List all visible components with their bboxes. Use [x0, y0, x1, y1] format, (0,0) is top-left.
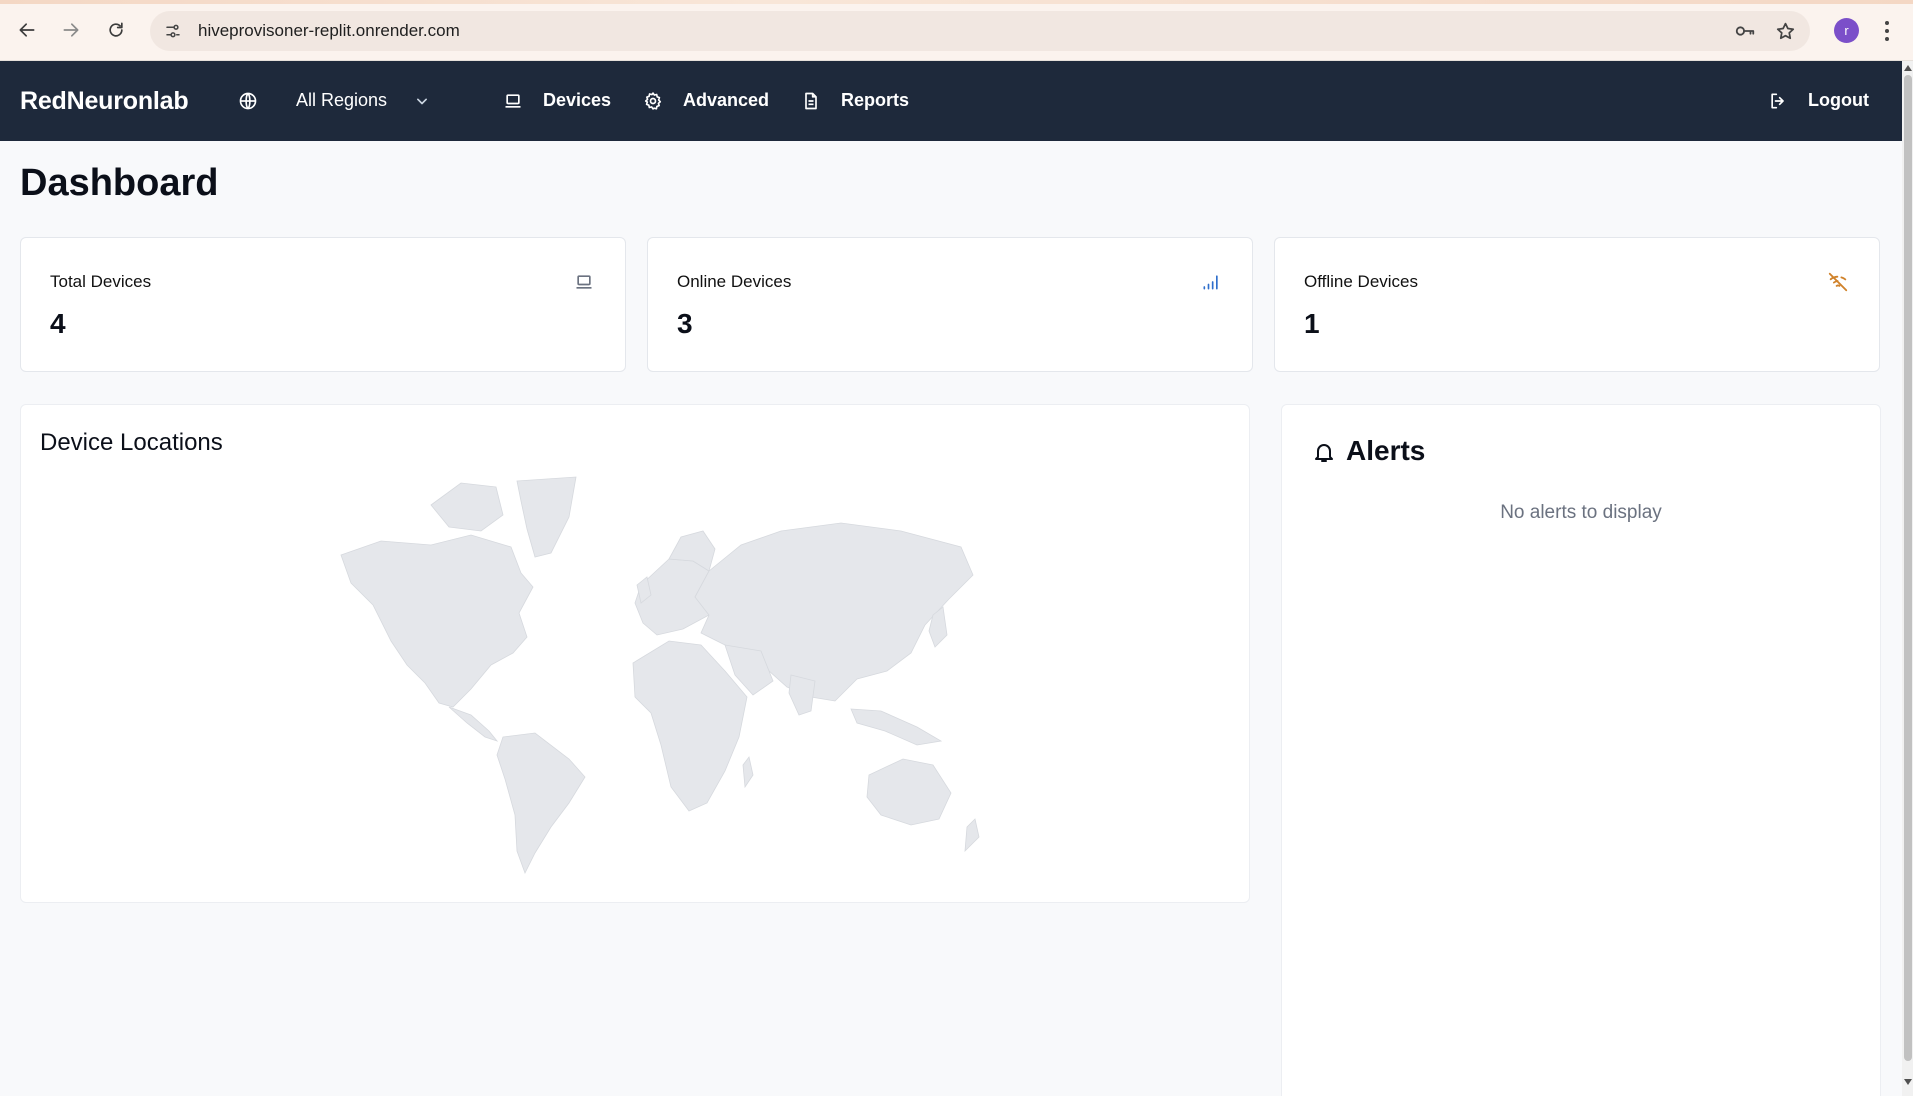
- browser-toolbar: hiveprovisoner-replit.onrender.com r: [0, 0, 1913, 61]
- stat-value: 3: [677, 308, 693, 339]
- panel-title: Alerts: [1346, 435, 1426, 466]
- panel-title: Device Locations: [40, 429, 223, 456]
- stat-card-online: Online Devices 3: [647, 237, 1253, 372]
- reload-icon[interactable]: [101, 15, 131, 45]
- map-greenland: [516, 476, 577, 558]
- wifi-off-icon: [1827, 271, 1849, 293]
- globe-icon: [236, 89, 260, 113]
- map-madagascar: [742, 756, 754, 789]
- chevron-down-icon[interactable]: [410, 89, 434, 113]
- scroll-up-arrow[interactable]: [1904, 65, 1912, 71]
- logout-icon: [1766, 89, 1790, 113]
- device-locations-panel: Device Locations: [20, 404, 1250, 903]
- back-icon[interactable]: [12, 15, 42, 45]
- profile-avatar[interactable]: r: [1834, 18, 1859, 43]
- scrollbar-thumb[interactable]: [1904, 75, 1912, 1061]
- scroll-down-arrow[interactable]: [1904, 1079, 1912, 1085]
- map-central-america: [448, 706, 499, 742]
- stat-card-offline: Offline Devices 1: [1274, 237, 1880, 372]
- password-key-icon[interactable]: [1734, 20, 1756, 42]
- forward-icon[interactable]: [56, 15, 86, 45]
- stat-label: Offline Devices: [1304, 272, 1419, 291]
- map-africa: [632, 640, 748, 812]
- alerts-panel: Alerts No alerts to display: [1281, 404, 1881, 1096]
- nav-item-reports[interactable]: Reports: [841, 90, 909, 111]
- world-map[interactable]: [321, 475, 981, 875]
- signal-icon: [1200, 271, 1222, 293]
- world-map-svg: [340, 476, 980, 875]
- map-se-asia: [850, 708, 943, 746]
- menu-dots-icon[interactable]: [1878, 18, 1896, 44]
- document-icon: [799, 89, 823, 113]
- site-settings-icon[interactable]: [162, 20, 184, 42]
- stat-value: 4: [50, 308, 66, 339]
- nav-item-devices[interactable]: Devices: [543, 90, 611, 111]
- page-scrollbar[interactable]: [1902, 61, 1913, 1096]
- stat-label: Online Devices: [677, 272, 792, 291]
- map-new-zealand: [964, 818, 980, 853]
- address-bar[interactable]: hiveprovisoner-replit.onrender.com: [150, 11, 1810, 51]
- url-text[interactable]: hiveprovisoner-replit.onrender.com: [198, 21, 460, 41]
- map-south-america: [496, 732, 586, 875]
- map-australia: [866, 758, 952, 826]
- laptop-icon: [501, 89, 525, 113]
- page-title: Dashboard: [20, 162, 219, 204]
- tab-strip-edge: [0, 0, 1913, 4]
- map-north-america: [340, 534, 534, 708]
- empty-state-text: No alerts to display: [1500, 502, 1662, 523]
- region-select[interactable]: All Regions: [296, 90, 387, 111]
- stat-value: 1: [1304, 308, 1320, 339]
- bell-icon: [1311, 439, 1337, 465]
- logout-button[interactable]: Logout: [1808, 90, 1869, 111]
- top-nav-bar: RedNeuronlab All Regions Devices Advance…: [0, 61, 1902, 141]
- map-arctic-islands: [430, 482, 504, 532]
- nav-item-advanced[interactable]: Advanced: [683, 90, 769, 111]
- stat-label: Total Devices: [50, 272, 152, 291]
- bookmark-star-icon[interactable]: [1774, 20, 1796, 42]
- stat-card-total: Total Devices 4: [20, 237, 626, 372]
- brand-logo-text[interactable]: RedNeuronlab: [20, 87, 189, 116]
- laptop-icon: [573, 271, 595, 293]
- gear-icon: [641, 89, 665, 113]
